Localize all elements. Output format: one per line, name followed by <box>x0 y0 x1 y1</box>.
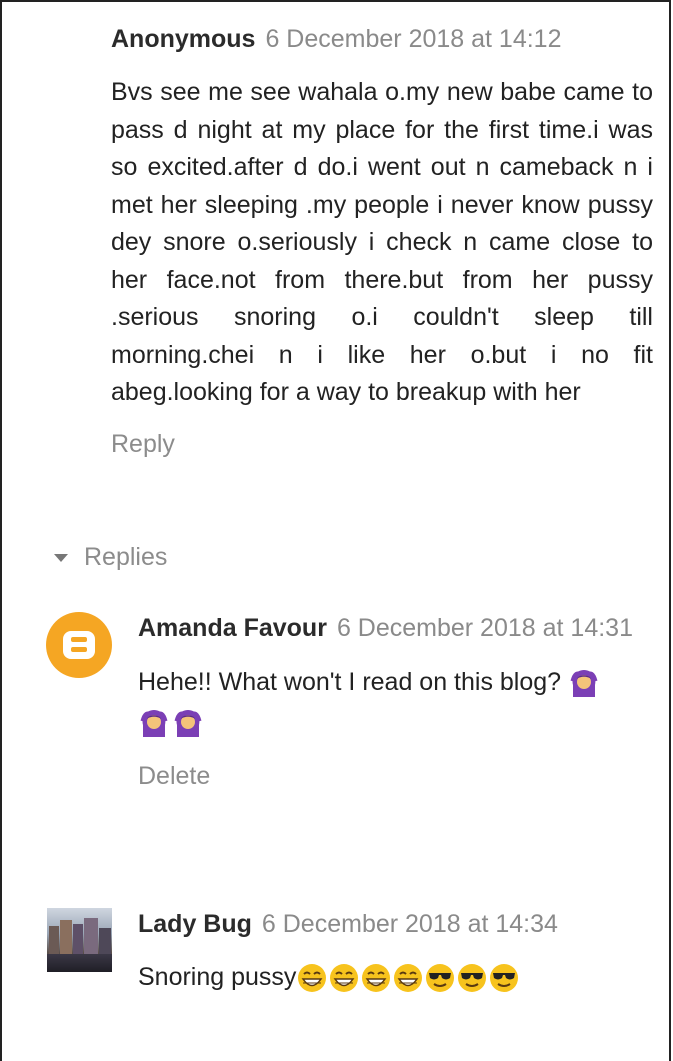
reply-author[interactable]: Amanda Favour <box>138 614 327 642</box>
comment-date[interactable]: 6 December 2018 at 14:12 <box>265 25 561 53</box>
cool-sunglasses-emoji <box>426 964 455 993</box>
woman-gesturing-ok-emoji <box>174 710 202 738</box>
reply-body-text: Snoring pussy <box>138 963 297 991</box>
grinning-emoji <box>394 964 423 993</box>
woman-gesturing-ok-emoji <box>570 670 598 698</box>
grinning-emoji <box>362 964 391 993</box>
reply-item: Amanda Favour 6 December 2018 at 14:31 He… <box>138 611 653 791</box>
reply-button[interactable]: Reply <box>111 430 653 459</box>
reply-date[interactable]: 6 December 2018 at 14:31 <box>337 614 633 642</box>
reply-body: Hehe!! What won't I read on this blog? <box>138 662 653 742</box>
reply-body: Snoring pussy <box>138 959 653 997</box>
reply-date[interactable]: 6 December 2018 at 14:34 <box>262 910 558 938</box>
reply-body-text: Hehe!! What won't I read on this blog? <box>138 668 562 696</box>
comment-body: Bvs see me see wahala o.my new babe came… <box>111 78 653 406</box>
caret-down-icon <box>54 553 68 562</box>
grinning-emoji <box>298 964 327 993</box>
comment-meta: Anonymous 6 December 2018 at 14:12 <box>111 22 653 56</box>
reply-meta: Lady Bug 6 December 2018 at 14:34 <box>138 907 653 941</box>
grinning-emoji <box>330 964 359 993</box>
replies-label: Replies <box>84 543 168 571</box>
comment-author[interactable]: Anonymous <box>111 25 255 53</box>
blogger-logo-icon[interactable] <box>46 612 112 678</box>
cool-sunglasses-emoji <box>490 964 519 993</box>
cool-sunglasses-emoji <box>458 964 487 993</box>
reply-meta: Amanda Favour 6 December 2018 at 14:31 <box>138 611 653 646</box>
replies-toggle[interactable]: Replies <box>54 543 167 572</box>
reply-item: Lady Bug 6 December 2018 at 14:34 Snoring… <box>138 907 653 997</box>
woman-gesturing-ok-emoji <box>140 710 168 738</box>
city-photo-avatar[interactable] <box>47 908 112 972</box>
delete-button[interactable]: Delete <box>138 762 653 791</box>
reply-author[interactable]: Lady Bug <box>138 910 252 938</box>
comment-main: Anonymous 6 December 2018 at 14:12 Bvs se… <box>111 22 653 459</box>
